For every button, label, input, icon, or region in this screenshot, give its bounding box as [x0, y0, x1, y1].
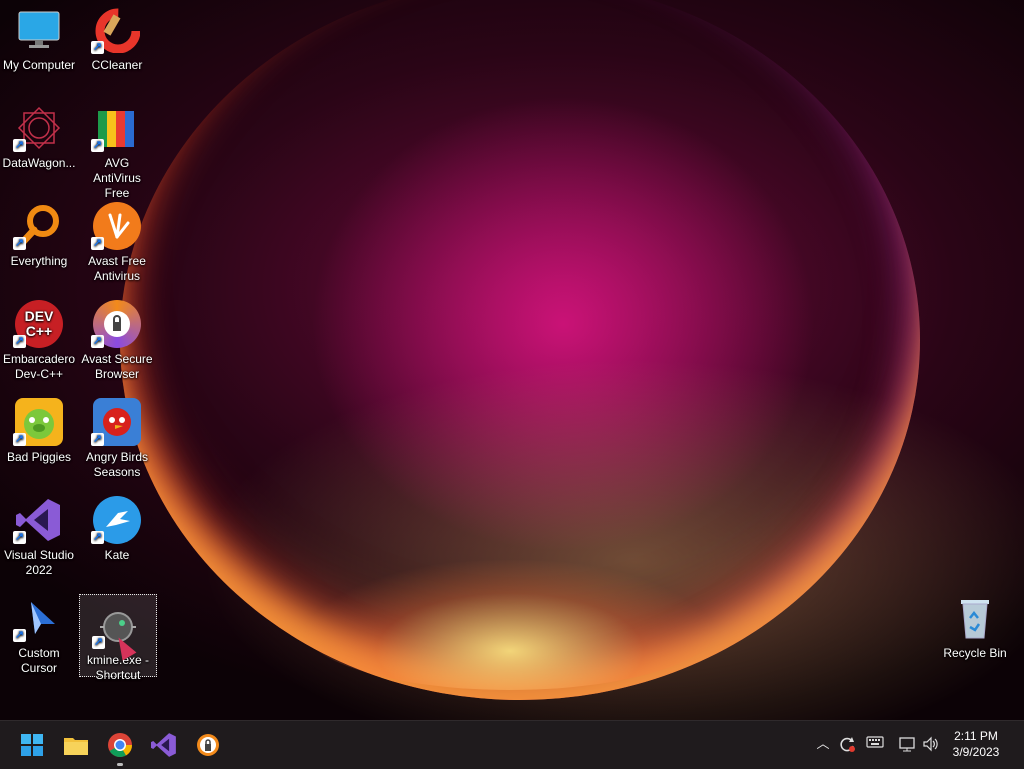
desktop-icon-custom-cursor[interactable]: ↗ Custom Cursor: [0, 588, 78, 676]
shortcut-arrow-icon: ↗: [13, 139, 26, 152]
shortcut-arrow-icon: ↗: [13, 629, 26, 642]
desktop-icon-everything[interactable]: ↗ Everything: [0, 196, 78, 269]
taskbar-clock[interactable]: 2:11 PM 3/9/2023: [946, 728, 1006, 760]
icon-label: Angry Birds Seasons: [85, 450, 149, 479]
shortcut-arrow-icon: ↗: [92, 636, 105, 649]
monitor-icon: [15, 6, 63, 54]
custom-cursor-icon: ↗: [13, 594, 63, 642]
desktop-icon-avast[interactable]: ↗ Avast Free Antivirus: [78, 196, 156, 284]
desktop-icon-datawagon[interactable]: ↗ DataWagon...: [0, 98, 78, 171]
network-icon[interactable]: [898, 735, 916, 753]
shortcut-arrow-icon: ↗: [91, 335, 104, 348]
wallpaper-glow: [300, 560, 720, 690]
shortcut-arrow-icon: ↗: [13, 237, 26, 250]
angry-birds-icon: ↗: [91, 398, 141, 446]
shortcut-arrow-icon: ↗: [13, 433, 26, 446]
desktop-icon-ccleaner[interactable]: ↗ CCleaner: [78, 0, 156, 73]
clock-time: 2:11 PM: [954, 729, 998, 743]
visual-studio-icon: [151, 733, 176, 757]
shortcut-arrow-icon: ↗: [91, 531, 104, 544]
avast-browser-icon: [197, 734, 219, 756]
keyboard-icon[interactable]: [866, 735, 884, 753]
icon-label: Visual Studio 2022: [4, 548, 74, 577]
running-indicator: [117, 763, 123, 766]
devcpp-icon: DEV C++ ↗: [13, 300, 63, 348]
shortcut-arrow-icon: ↗: [91, 41, 104, 54]
desktop-icon-kate[interactable]: ↗ Kate: [78, 490, 156, 563]
icon-label: CCleaner: [91, 58, 143, 72]
volume-icon[interactable]: [922, 735, 940, 753]
icon-label: Avast Secure Browser: [81, 352, 153, 381]
desktop-icon-recycle-bin[interactable]: Recycle Bin: [936, 588, 1014, 661]
desktop-icon-angry-birds[interactable]: ↗ Angry Birds Seasons: [78, 392, 156, 480]
icon-label: Recycle Bin: [943, 646, 1007, 660]
visual-studio-icon: ↗: [13, 496, 63, 544]
icon-label: kmine.exe - Shortcut: [86, 653, 150, 682]
avast-browser-icon: ↗: [91, 300, 141, 348]
icon-label: Bad Piggies: [6, 450, 72, 464]
icon-label: AVG AntiVirus Free: [93, 156, 141, 200]
icon-label: My Computer: [2, 58, 76, 72]
shortcut-arrow-icon: ↗: [13, 531, 26, 544]
clock-date: 3/9/2023: [952, 745, 1000, 759]
icon-label: Kate: [104, 548, 130, 562]
desktop-icon-bad-piggies[interactable]: ↗ Bad Piggies: [0, 392, 78, 465]
magnifier-icon: ↗: [13, 202, 63, 250]
sync-icon[interactable]: [838, 735, 856, 753]
bad-piggies-icon: ↗: [13, 398, 63, 446]
start-icon: [21, 734, 43, 756]
icon-label: Avast Free Antivirus: [88, 254, 146, 283]
desktop-icon-avast-browser[interactable]: ↗ Avast Secure Browser: [78, 294, 156, 382]
desktop-icon-devcpp[interactable]: DEV C++ ↗ Embarcadero Dev-C++: [0, 294, 78, 382]
datawagon-icon: ↗: [13, 104, 63, 152]
ccleaner-icon: ↗: [91, 6, 141, 54]
shortcut-arrow-icon: ↗: [91, 433, 104, 446]
chrome-icon: [108, 733, 132, 758]
icon-label: Custom Cursor: [18, 646, 60, 675]
shortcut-arrow-icon: ↗: [13, 335, 26, 348]
chevron-up-icon[interactable]: ︿: [814, 735, 832, 753]
desktop-icon-avg[interactable]: ↗ AVG AntiVirus Free: [78, 98, 156, 201]
icon-label: Everything: [10, 254, 68, 268]
desktop-icon-kmine[interactable]: ↗ kmine.exe - Shortcut: [79, 594, 157, 682]
taskbar-file-explorer[interactable]: [60, 729, 92, 761]
icon-label: Embarcadero Dev-C++: [2, 352, 76, 381]
start-button[interactable]: [16, 729, 48, 761]
desktop-icon-my-computer[interactable]: My Computer: [0, 0, 78, 73]
taskbar-chrome[interactable]: [104, 729, 136, 766]
taskbar-avast-browser[interactable]: [192, 729, 224, 761]
avast-icon: ↗: [91, 202, 141, 250]
recycle-bin-icon: [951, 594, 999, 642]
kate-icon: ↗: [91, 496, 141, 544]
shortcut-arrow-icon: ↗: [91, 139, 104, 152]
shortcut-arrow-icon: ↗: [91, 237, 104, 250]
avg-icon: ↗: [91, 104, 141, 152]
taskbar: ︿ 2:11 PM 3/9/2023: [0, 720, 1024, 769]
desktop-icon-visual-studio[interactable]: ↗ Visual Studio 2022: [0, 490, 78, 578]
taskbar-visual-studio[interactable]: [148, 729, 180, 761]
file-explorer-icon: [64, 738, 88, 755]
icon-label: DataWagon...: [2, 156, 76, 170]
